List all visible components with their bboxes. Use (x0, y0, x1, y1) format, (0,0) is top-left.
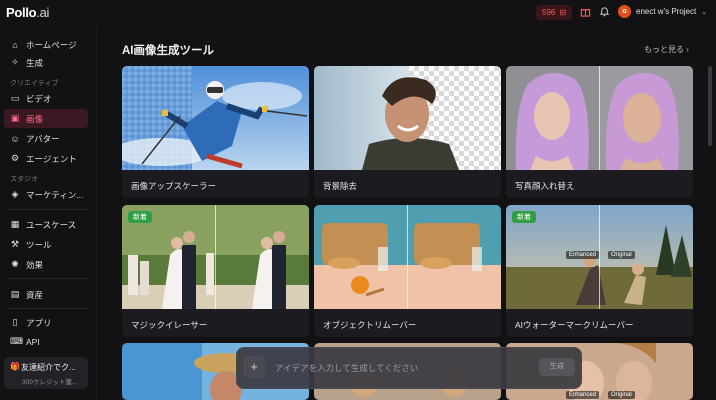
enhanced-tag: Enhanced (566, 251, 600, 259)
sidebar: ⌂ ホームページ ✧ 生成 クリエイティブ ▭ ビデオ ▣ 画像 ☺ アバター ⚙ エージェ… (0, 26, 97, 400)
compare-divider[interactable] (215, 205, 216, 309)
effects-icon: ✺ (11, 259, 19, 269)
agent-icon: ⚙ (10, 153, 20, 163)
home-icon: ⌂ (12, 39, 18, 50)
marketing-icon: ◈ (11, 189, 19, 199)
logo-main: Pollo (6, 5, 37, 20)
app-icon: ▯ (12, 317, 18, 327)
project-name: enect w's Project (636, 7, 697, 16)
prompt-input[interactable]: アイデアを入力して生成してください (275, 362, 418, 374)
gift-icon[interactable] (579, 6, 592, 19)
chevron-down-icon: ⌄ (701, 8, 708, 16)
compare-divider[interactable] (599, 66, 600, 170)
tool-card-magic-eraser[interactable]: 新着 マジックイレーサー (122, 205, 309, 337)
sidebar-item-marketing[interactable]: ◈ マーケティン... (4, 185, 88, 204)
logo-suffix: .ai (36, 5, 50, 20)
sidebar-item-label: API (26, 336, 40, 347)
tool-card-object-remover[interactable]: オブジェクトリムーバー (314, 205, 501, 337)
sidebar-item-label: 効果 (26, 259, 44, 270)
top-bar: Pollo.ai 596 ⊟ o enect w's Project ⌄ (0, 0, 716, 26)
sidebar-item-label: 資産 (26, 289, 44, 300)
sidebar-item-label: ビデオ (26, 93, 52, 104)
usecase-icon: ▦ (10, 219, 20, 229)
sidebar-item-assets[interactable]: ▤ 資産 (4, 285, 88, 304)
sidebar-item-effects[interactable]: ✺ 効果 (4, 255, 88, 274)
section-studio: スタジオ (10, 176, 38, 183)
sidebar-item-label: アバター (26, 133, 60, 144)
prompt-bar: + アイデアを入力して生成してください 生成 (236, 347, 582, 389)
credits-icon: ⊟ (559, 8, 567, 17)
api-icon: ⌨ (10, 336, 23, 346)
card-label: 写真顔入れ替え (515, 181, 575, 191)
see-more-link[interactable]: もっと見る › (644, 44, 689, 55)
sidebar-item-label: 生成 (26, 57, 44, 68)
compare-divider[interactable] (599, 205, 600, 309)
generate-button[interactable]: 生成 (539, 358, 575, 376)
card-label: 背景除去 (323, 181, 358, 191)
assets-icon: ▤ (10, 289, 20, 299)
new-badge: 新着 (512, 211, 536, 223)
new-badge: 新着 (128, 211, 152, 223)
bell-icon[interactable] (598, 6, 611, 19)
card-label: 画像アップスケーラー (131, 181, 217, 191)
invite-title: 友達紹介でク... (21, 363, 76, 372)
section-creative: クリエイティブ (10, 80, 59, 87)
add-icon[interactable]: + (243, 356, 265, 378)
sidebar-item-label: エージェント (26, 153, 77, 164)
project-switcher[interactable]: o enect w's Project ⌄ (618, 5, 707, 18)
upscaler-preview-image (122, 66, 309, 170)
card-label: マジックイレーサー (131, 320, 208, 330)
bg-remove-preview-image (314, 66, 501, 170)
page-title: AI画像生成ツール (122, 45, 214, 57)
sidebar-item-video[interactable]: ▭ ビデオ (4, 89, 88, 108)
scrollbar[interactable] (708, 66, 712, 146)
pollo-logo[interactable]: Pollo.ai (6, 5, 49, 20)
sparkle-icon: ✧ (11, 57, 19, 67)
tools-icon: ⚒ (10, 239, 20, 249)
sidebar-divider (8, 308, 88, 309)
credits-button[interactable]: 596 ⊟ (536, 5, 573, 20)
sidebar-item-home[interactable]: ⌂ ホームページ (4, 35, 88, 54)
original-tag: Original (608, 251, 635, 259)
sidebar-divider (8, 278, 88, 279)
sidebar-item-app[interactable]: ▯ アプリ (4, 313, 88, 332)
object-remover-preview-image (314, 205, 501, 309)
tool-card-face-swap[interactable]: 写真顔入れ替え (506, 66, 693, 198)
sidebar-item-generate[interactable]: ✧ 生成 (4, 53, 88, 72)
face-swap-preview-image (506, 66, 693, 170)
gift-icon: 🎁 (10, 362, 20, 371)
sidebar-item-image[interactable]: ▣ 画像 (4, 109, 88, 128)
sidebar-item-api[interactable]: ⌨ API (4, 332, 88, 351)
sidebar-item-label: アプリ (26, 317, 52, 328)
avatar: o (618, 5, 631, 18)
tool-card-upscaler[interactable]: 画像アップスケーラー (122, 66, 309, 198)
enhanced-tag: Enhanced (566, 391, 600, 399)
invite-subtitle: 300クレジット獲... (22, 379, 78, 386)
sidebar-item-label: ユースケース (26, 219, 77, 230)
sidebar-item-agent[interactable]: ⚙ エージェント (4, 149, 88, 168)
sidebar-item-label: ホームページ (26, 39, 77, 50)
avatar-icon: ☺ (10, 133, 20, 144)
sidebar-item-label: マーケティン... (26, 189, 84, 200)
credits-count: 596 (542, 8, 556, 17)
card-label: オブジェクトリムーバー (323, 320, 417, 330)
original-tag: Original (608, 391, 635, 399)
tool-card-watermark-remover[interactable]: 新着 Enhanced Original AIウォーターマークリムーバー (506, 205, 693, 337)
sidebar-item-usecases[interactable]: ▦ ユースケース (4, 215, 88, 234)
sidebar-item-tools[interactable]: ⚒ ツール (4, 235, 88, 254)
invite-friends-card[interactable]: 🎁 友達紹介でク... 300クレジット獲... (4, 357, 88, 389)
sidebar-item-avatar[interactable]: ☺ アバター (4, 129, 88, 148)
card-label: AIウォーターマークリムーバー (515, 320, 634, 330)
video-icon: ▭ (10, 93, 20, 103)
chevron-right-icon: › (686, 45, 689, 54)
image-icon: ▣ (10, 113, 20, 123)
tool-card-bg-remove[interactable]: 背景除去 (314, 66, 501, 198)
see-more-label: もっと見る (644, 45, 684, 54)
compare-divider[interactable] (407, 205, 408, 309)
sidebar-item-label: 画像 (26, 113, 44, 124)
sidebar-item-label: ツール (26, 239, 52, 250)
sidebar-divider (8, 209, 88, 210)
